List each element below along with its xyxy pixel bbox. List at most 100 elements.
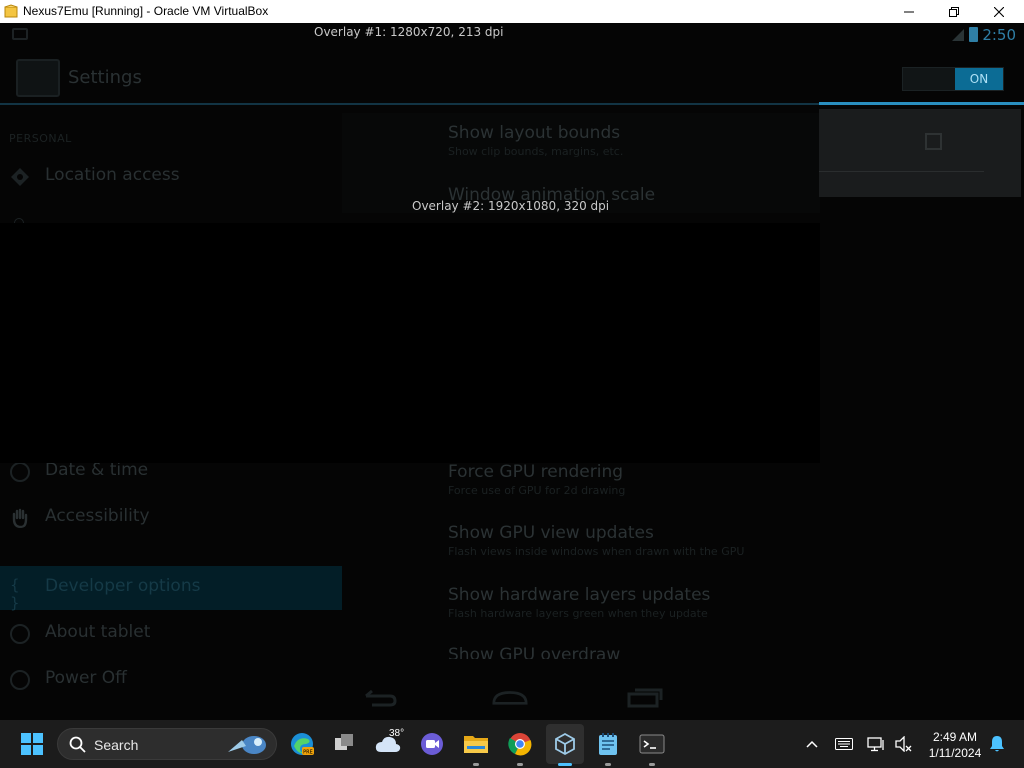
minimize-icon [904, 11, 914, 12]
search-highlight-icon [228, 736, 266, 754]
virtualbox-app-icon [4, 4, 18, 18]
taskbar-notepad[interactable] [592, 728, 624, 766]
window-title: Nexus7Emu [Running] - Oracle VM VirtualB… [23, 4, 269, 18]
pref-title: Force GPU rendering [448, 462, 624, 482]
taskbar-chrome[interactable] [504, 728, 536, 766]
overlay-2-label: Overlay #2: 1920x1080, 320 dpi [412, 199, 610, 213]
tray-volume[interactable] [890, 728, 918, 760]
guest-display[interactable]: Overlay #1: 1280x720, 213 dpi 2:50 Setti… [0, 23, 1024, 720]
notification-center-button[interactable] [984, 728, 1010, 760]
keyboard-icon [835, 738, 853, 750]
minimize-button[interactable] [886, 0, 932, 23]
show-layout-bounds-checkbox[interactable] [925, 133, 942, 150]
window-titlebar: Nexus7Emu [Running] - Oracle VM VirtualB… [0, 0, 1024, 23]
nav-item-label: Power Off [45, 668, 127, 688]
weather-temp: 38° [389, 728, 405, 739]
braces-icon: { } [10, 576, 20, 612]
pref-show-layout-bounds[interactable]: Show layout bounds Show clip bounds, mar… [448, 123, 623, 158]
volume-muted-icon [895, 736, 912, 752]
overlay-1-label: Overlay #1: 1280x720, 213 dpi [314, 25, 504, 39]
edge-icon: PRE [291, 733, 314, 756]
file-explorer-icon [464, 736, 488, 753]
taskbar-clock[interactable]: 2:49 AM 1/11/2024 [922, 729, 988, 761]
pref-show-hardware-layers-updates[interactable]: Show hardware layers updates Flash hardw… [448, 585, 710, 620]
clock-icon [10, 462, 30, 482]
chevron-up-icon [806, 740, 818, 748]
overlay-blackout-region [0, 223, 820, 463]
nav-item-developer-options[interactable]: { } Developer options [0, 566, 342, 612]
pref-summary: Force use of GPU for 2d drawing [448, 484, 626, 497]
clock-date: 1/11/2024 [928, 746, 982, 760]
checkbox-panel [819, 109, 1021, 197]
android-clock: 2:50 [982, 26, 1016, 44]
divider [819, 171, 984, 172]
running-indicator [605, 763, 611, 766]
power-icon [10, 670, 30, 690]
nav-item-label: Date & time [45, 460, 149, 480]
close-icon [994, 6, 1004, 17]
restore-icon [949, 6, 959, 17]
taskbar-file-explorer[interactable] [460, 728, 492, 766]
network-icon [867, 737, 884, 752]
start-button[interactable] [16, 728, 48, 760]
pref-summary: Show clip bounds, margins, etc. [448, 145, 624, 158]
info-icon [10, 624, 30, 644]
active-indicator [558, 763, 572, 766]
tray-keyboard[interactable] [830, 728, 858, 760]
battery-icon [969, 27, 978, 42]
android-status-bar: Overlay #1: 1280x720, 213 dpi 2:50 [0, 23, 1024, 48]
pref-title: Show hardware layers updates [448, 585, 711, 605]
svg-text:PRE: PRE [303, 750, 313, 756]
pref-title: Show GPU view updates [448, 523, 654, 543]
search-label: Search [94, 737, 139, 753]
nav-item-about-tablet[interactable]: About tablet [0, 612, 342, 656]
clock-time: 2:49 AM [932, 730, 978, 744]
pref-force-gpu-rendering[interactable]: Force GPU rendering Force use of GPU for… [448, 462, 625, 497]
windows-start-icon [21, 733, 43, 755]
settings-app-icon[interactable] [16, 59, 60, 97]
tray-overflow-button[interactable] [800, 728, 824, 760]
windows-taskbar: Search PRE 38° 2:49 AM 1/11/2024 [0, 720, 1024, 768]
toggle-on-label: ON [955, 68, 1003, 90]
location-icon [11, 168, 29, 186]
taskbar-search[interactable]: Search [57, 728, 277, 760]
taskbar-task-view[interactable] [328, 728, 360, 760]
running-indicator [517, 763, 523, 766]
pref-title: Show layout bounds [448, 123, 621, 143]
nav-item-label: Developer options [45, 576, 201, 596]
nav-item-location-access[interactable]: Location access [0, 155, 342, 199]
taskbar-terminal[interactable] [636, 728, 668, 766]
close-button[interactable] [976, 0, 1022, 23]
teams-icon [421, 733, 443, 755]
signal-icon [952, 29, 964, 41]
nav-item-label: Accessibility [45, 506, 150, 526]
android-nav-bar [342, 678, 682, 718]
running-indicator [649, 763, 655, 766]
running-indicator [473, 763, 479, 766]
pref-title: Show GPU overdraw [448, 645, 621, 659]
notepad-icon [599, 733, 617, 755]
recent-apps-icon[interactable] [627, 686, 663, 708]
screenshot-notification-icon [12, 28, 28, 40]
bell-icon [990, 736, 1004, 752]
home-icon[interactable] [492, 686, 528, 708]
tray-network[interactable] [862, 728, 890, 760]
pref-summary: Flash views inside windows when drawn wi… [448, 545, 745, 558]
pref-show-gpu-overdraw[interactable]: Show GPU overdraw [448, 645, 620, 659]
taskbar-virtualbox[interactable] [546, 724, 584, 766]
virtualbox-icon [555, 732, 575, 756]
taskbar-teams[interactable] [416, 728, 448, 760]
search-icon [69, 736, 86, 753]
back-icon[interactable] [362, 686, 398, 708]
section-header-personal: PERSONAL [9, 132, 72, 145]
terminal-icon [639, 734, 665, 754]
nav-item-label: About tablet [45, 622, 151, 642]
taskbar-edge[interactable]: PRE [286, 728, 318, 760]
nav-item-label: Location access [45, 165, 180, 185]
page-title: Settings [68, 67, 142, 88]
nav-item-power-off[interactable]: Power Off [0, 658, 342, 702]
nav-item-accessibility[interactable]: Accessibility [0, 496, 342, 540]
pref-show-gpu-view-updates[interactable]: Show GPU view updates Flash views inside… [448, 523, 744, 558]
developer-options-toggle[interactable]: ON [902, 67, 1004, 91]
maximize-button[interactable] [931, 0, 977, 23]
